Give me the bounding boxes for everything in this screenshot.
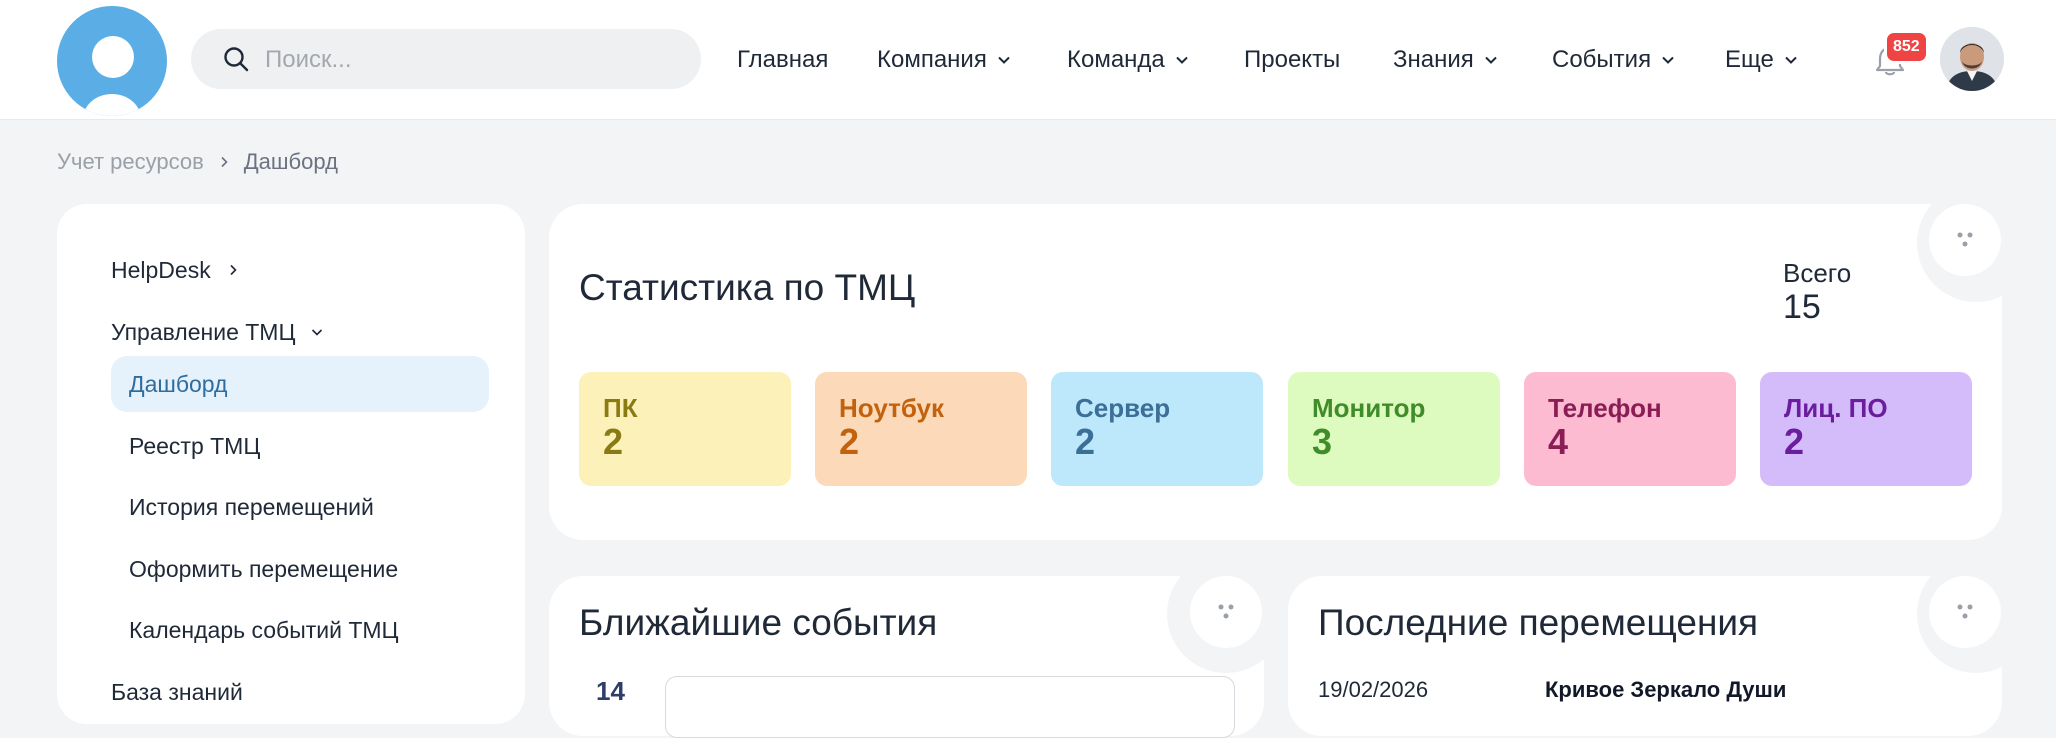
nav-item-home[interactable]: Главная <box>737 40 828 80</box>
breadcrumb-parent-link[interactable]: Учет ресурсов <box>57 149 204 175</box>
nav-label: Проекты <box>1244 46 1341 73</box>
moves-card-title: Последние перемещения <box>1318 602 1759 643</box>
stat-label: ПК <box>603 393 638 423</box>
notification-badge[interactable]: 852 <box>1884 30 1929 64</box>
event-date: 14 <box>596 676 625 706</box>
nav-item-more[interactable]: Еще <box>1725 40 1798 80</box>
sidebar-item-helpdesk[interactable]: HelpDesk <box>111 252 239 288</box>
stat-tile-laptop[interactable]: Ноутбук 2 <box>815 372 1027 486</box>
sidebar-item-label: Реестр ТМЦ <box>129 432 261 459</box>
chevron-down-icon <box>1485 56 1497 64</box>
nav-label: Главная <box>737 46 829 73</box>
drag-handle-icon[interactable] <box>1929 204 2001 276</box>
chevron-right-icon <box>221 156 228 168</box>
sidebar-item-label: История перемещений <box>129 493 374 520</box>
search-box <box>191 29 701 89</box>
sidebar-item-knowledge-base[interactable]: База знаний <box>111 674 243 710</box>
nav-label: Еще <box>1725 46 1774 73</box>
stat-tile-license[interactable]: Лиц. ПО 2 <box>1760 372 1972 486</box>
nav-label: События <box>1552 46 1652 73</box>
stat-tile-pc[interactable]: ПК 2 <box>579 372 791 486</box>
nav-label: Команда <box>1067 46 1165 73</box>
sidebar: HelpDesk Управление ТМЦ Дашборд Реестр Т… <box>57 204 525 724</box>
sidebar-item-tmc-calendar[interactable]: Календарь событий ТМЦ <box>111 602 489 658</box>
sidebar-item-label: Управление ТМЦ <box>111 318 296 345</box>
sidebar-item-label: Календарь событий ТМЦ <box>129 616 399 643</box>
total-label: Всего <box>1783 258 1852 288</box>
stat-label: Сервер <box>1075 393 1171 423</box>
chevron-down-icon <box>1176 56 1188 64</box>
stats-card-title: Статистика по ТМЦ <box>579 267 916 308</box>
stat-value: 2 <box>1784 421 1805 462</box>
nav-item-company[interactable]: Компания <box>877 40 1011 80</box>
nav-item-team[interactable]: Команда <box>1067 40 1189 80</box>
chevron-down-icon <box>312 329 323 336</box>
stat-tile-phone[interactable]: Телефон 4 <box>1524 372 1736 486</box>
chevron-down-icon <box>1785 56 1797 64</box>
events-card-title: Ближайшие события <box>579 602 938 643</box>
sidebar-item-label: Дашборд <box>129 370 228 397</box>
moves-card <box>1288 576 2002 736</box>
sidebar-item-create-move[interactable]: Оформить перемещение <box>111 541 489 597</box>
breadcrumb-current: Дашборд <box>243 149 338 174</box>
sidebar-item-label: HelpDesk <box>111 256 211 283</box>
drag-handle-icon[interactable] <box>1929 576 2001 648</box>
stat-label: Телефон <box>1548 393 1662 423</box>
search-input[interactable] <box>263 39 667 81</box>
stat-label: Лиц. ПО <box>1784 393 1888 423</box>
nav-label: Знания <box>1393 46 1474 73</box>
stat-tile-monitor[interactable]: Монитор 3 <box>1288 372 1500 486</box>
sidebar-item-move-history[interactable]: История перемещений <box>111 479 489 535</box>
search-icon[interactable] <box>223 46 249 72</box>
sidebar-item-label: База знаний <box>111 678 243 705</box>
stat-value: 2 <box>1075 421 1096 462</box>
avatar[interactable] <box>1940 27 2004 91</box>
chevron-down-icon <box>998 56 1010 64</box>
breadcrumb: Учет ресурсов Дашборд <box>57 147 338 177</box>
stat-tile-server[interactable]: Сервер 2 <box>1051 372 1263 486</box>
nav-label: Компания <box>877 46 987 73</box>
sidebar-item-tmc-management[interactable]: Управление ТМЦ <box>111 314 323 350</box>
sidebar-item-label: Оформить перемещение <box>129 555 399 582</box>
stat-value: 3 <box>1312 421 1333 462</box>
logo-user-icon[interactable] <box>57 6 167 116</box>
total-value: 15 <box>1783 288 1821 326</box>
top-header: Главная Компания Команда Проекты Знания … <box>0 0 2056 120</box>
chevron-right-icon <box>230 264 237 276</box>
stat-value: 4 <box>1548 421 1569 462</box>
drag-handle-icon[interactable] <box>1190 576 1262 648</box>
stat-label: Монитор <box>1312 393 1426 423</box>
stat-value: 2 <box>603 421 624 462</box>
nav-item-knowledge[interactable]: Знания <box>1393 40 1498 80</box>
nav-item-projects[interactable]: Проекты <box>1244 40 1340 80</box>
stat-label: Ноутбук <box>839 393 945 423</box>
event-item[interactable] <box>665 676 1235 738</box>
move-date: 19/02/2026 <box>1318 677 1429 702</box>
stat-value: 2 <box>839 421 860 462</box>
sidebar-item-tmc-registry[interactable]: Реестр ТМЦ <box>111 418 489 474</box>
move-item-name[interactable]: Кривое Зеркало Души <box>1545 677 1786 703</box>
sidebar-item-dashboard[interactable]: Дашборд <box>111 356 489 412</box>
nav-item-events[interactable]: События <box>1552 40 1675 80</box>
chevron-down-icon <box>1662 56 1674 64</box>
